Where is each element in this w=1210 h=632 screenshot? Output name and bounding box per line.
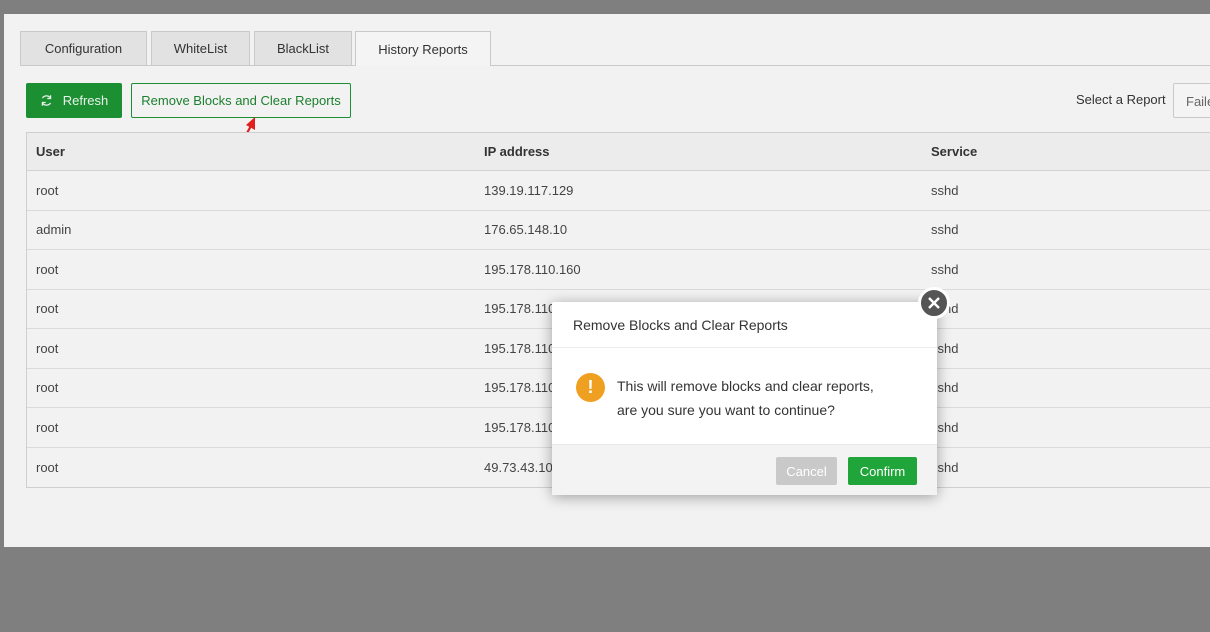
header-service: Service [931,144,978,159]
cancel-button[interactable]: Cancel [776,457,837,485]
select-report-label: Select a Report [1076,92,1166,107]
tab-bar: Configuration WhiteList BlackList Histor… [20,31,1210,66]
cell-user: admin [36,222,72,238]
cell-user: root [36,419,59,435]
close-dialog-button[interactable] [918,287,950,319]
dialog-message-line1: This will remove blocks and clear report… [617,378,874,394]
cell-ip: 176.65.148.10 [484,222,568,238]
report-select[interactable]: Failed [1173,83,1210,118]
close-icon [928,297,940,309]
cell-service: sshd [931,222,959,238]
cell-user: root [36,261,59,277]
remove-blocks-label: Remove Blocks and Clear Reports [141,93,341,108]
header-ip: IP address [484,144,550,159]
table-row: root 139.19.117.129 sshd [27,171,1210,211]
cell-ip: 195.178.110 [484,340,556,356]
dialog-footer: Cancel Confirm [552,444,937,495]
tab-history-reports[interactable]: History Reports [355,31,491,66]
refresh-icon [41,95,51,106]
cell-user: root [36,301,59,317]
cell-ip: 195.178.110 [484,419,556,435]
tab-configuration[interactable]: Configuration [20,31,147,65]
table-header: User IP address Service [27,133,1210,171]
page: Configuration WhiteList BlackList Histor… [0,0,1210,632]
table-row: admin 176.65.148.10 sshd [27,211,1210,250]
dialog-message: This will remove blocks and clear report… [617,374,917,422]
cell-service: sshd [931,261,959,277]
table-row: root 195.178.110.160 sshd [27,250,1210,290]
tab-whitelist[interactable]: WhiteList [151,31,250,65]
cell-ip: 49.73.43.104 [484,459,560,475]
cell-ip: 139.19.117.129 [484,182,574,198]
refresh-label: Refresh [62,93,109,108]
tab-blacklist[interactable]: BlackList [254,31,352,65]
cell-user: root [36,340,59,356]
confirm-dialog: Remove Blocks and Clear Reports ! This w… [552,302,937,495]
cell-user: root [36,459,59,475]
refresh-button[interactable]: Refresh [26,83,122,118]
cell-ip: 195.178.110 [484,380,556,396]
dialog-title: Remove Blocks and Clear Reports [552,302,937,348]
confirm-button[interactable]: Confirm [848,457,917,485]
dialog-body: ! This will remove blocks and clear repo… [552,348,937,444]
dialog-message-line2: are you sure you want to continue? [617,402,835,418]
cell-ip: 195.178.110 [484,301,556,317]
warning-icon: ! [576,373,605,402]
cell-service: sshd [931,182,959,198]
cell-user: root [36,182,59,198]
cell-ip: 195.178.110.160 [484,261,581,277]
header-user: User [36,144,65,159]
cell-user: root [36,380,59,396]
